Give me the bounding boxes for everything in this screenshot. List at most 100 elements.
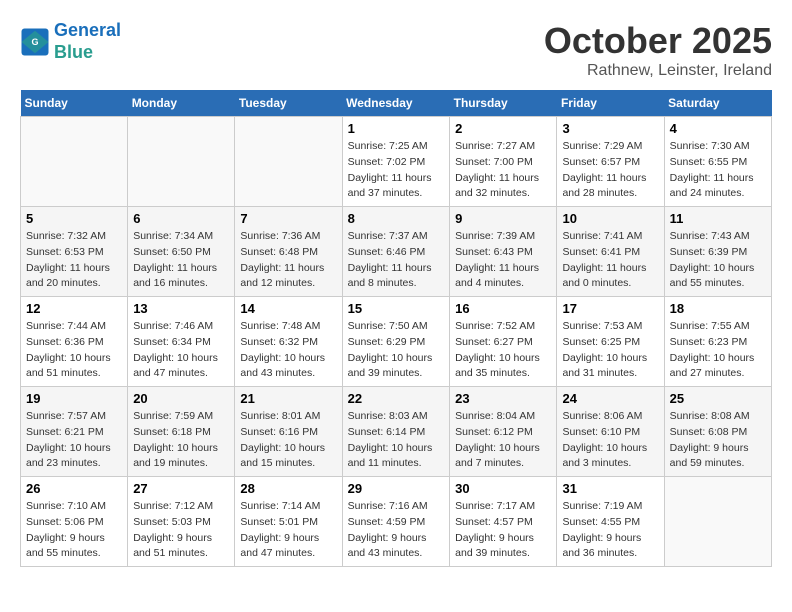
calendar-cell: 31 Sunrise: 7:19 AMSunset: 4:55 PMDayligh… [557,477,664,567]
day-info: Sunrise: 8:06 AMSunset: 6:10 PMDaylight:… [562,409,658,472]
calendar-cell: 26Sunrise: 7:10 AMSunset: 5:06 PMDayligh… [21,477,128,567]
calendar-header-row: SundayMondayTuesdayWednesdayThursdayFrid… [21,90,772,117]
day-info: Sunrise: 7:39 AMSunset: 6:43 PMDaylight:… [455,229,551,292]
calendar-cell: 25 Sunrise: 8:08 AMSunset: 6:08 PMDayligh… [664,387,771,477]
day-info: Sunrise: 7:36 AMSunset: 6:48 PMDaylight:… [240,229,336,292]
calendar-cell: 12Sunrise: 7:44 AMSunset: 6:36 PMDayligh… [21,297,128,387]
day-number: 11 [670,211,766,226]
header-sunday: Sunday [21,90,128,117]
calendar-cell: 13 Sunrise: 7:46 AMSunset: 6:34 PMDayligh… [128,297,235,387]
day-number: 8 [348,211,445,226]
day-number: 14 [240,301,336,316]
day-info: Sunrise: 7:29 AMSunset: 6:57 PMDaylight:… [562,139,658,202]
calendar-cell: 18Sunrise: 7:55 AMSunset: 6:23 PMDayligh… [664,297,771,387]
logo-text: General Blue [54,20,121,63]
svg-text:G: G [31,37,38,47]
day-info: Sunrise: 8:08 AMSunset: 6:08 PMDaylight:… [670,409,766,472]
calendar-cell: 29 Sunrise: 7:16 AMSunset: 4:59 PMDayligh… [342,477,450,567]
calendar-cell: 3 Sunrise: 7:29 AMSunset: 6:57 PMDaylight… [557,117,664,207]
day-number: 2 [455,121,551,136]
calendar-cell: 27Sunrise: 7:12 AMSunset: 5:03 PMDayligh… [128,477,235,567]
calendar-cell: 9 Sunrise: 7:39 AMSunset: 6:43 PMDaylight… [450,207,557,297]
day-number: 30 [455,481,551,496]
day-info: Sunrise: 7:16 AMSunset: 4:59 PMDaylight:… [348,499,445,562]
calendar-cell: 11 Sunrise: 7:43 AMSunset: 6:39 PMDayligh… [664,207,771,297]
day-number: 13 [133,301,229,316]
day-number: 9 [455,211,551,226]
day-number: 31 [562,481,658,496]
calendar-week-row: 5Sunrise: 7:32 AMSunset: 6:53 PMDaylight… [21,207,772,297]
day-number: 17 [562,301,658,316]
day-info: Sunrise: 7:48 AMSunset: 6:32 PMDaylight:… [240,319,336,382]
day-info: Sunrise: 7:34 AMSunset: 6:50 PMDaylight:… [133,229,229,292]
day-number: 3 [562,121,658,136]
day-number: 20 [133,391,229,406]
calendar-cell: 8 Sunrise: 7:37 AMSunset: 6:46 PMDaylight… [342,207,450,297]
title-block: October 2025 Rathnew, Leinster, Ireland [544,20,772,80]
day-info: Sunrise: 7:41 AMSunset: 6:41 PMDaylight:… [562,229,658,292]
calendar-cell: 22 Sunrise: 8:03 AMSunset: 6:14 PMDayligh… [342,387,450,477]
day-number: 26 [26,481,122,496]
day-number: 29 [348,481,445,496]
calendar-table: SundayMondayTuesdayWednesdayThursdayFrid… [20,90,772,567]
calendar-cell: 19Sunrise: 7:57 AMSunset: 6:21 PMDayligh… [21,387,128,477]
day-info: Sunrise: 7:43 AMSunset: 6:39 PMDaylight:… [670,229,766,292]
day-number: 21 [240,391,336,406]
day-number: 18 [670,301,766,316]
month-title: October 2025 [544,20,772,62]
calendar-cell [21,117,128,207]
day-info: Sunrise: 7:19 AMSunset: 4:55 PMDaylight:… [562,499,658,562]
day-info: Sunrise: 7:46 AMSunset: 6:34 PMDaylight:… [133,319,229,382]
logo: G General Blue [20,20,121,63]
page-header: G General Blue October 2025 Rathnew, Lei… [20,20,772,80]
day-number: 25 [670,391,766,406]
day-number: 7 [240,211,336,226]
day-info: Sunrise: 7:27 AMSunset: 7:00 PMDaylight:… [455,139,551,202]
calendar-cell: 30 Sunrise: 7:17 AMSunset: 4:57 PMDayligh… [450,477,557,567]
day-info: Sunrise: 7:30 AMSunset: 6:55 PMDaylight:… [670,139,766,202]
calendar-cell [235,117,342,207]
calendar-cell: 14 Sunrise: 7:48 AMSunset: 6:32 PMDayligh… [235,297,342,387]
calendar-cell: 7 Sunrise: 7:36 AMSunset: 6:48 PMDaylight… [235,207,342,297]
location-subtitle: Rathnew, Leinster, Ireland [544,62,772,80]
calendar-cell: 2 Sunrise: 7:27 AMSunset: 7:00 PMDaylight… [450,117,557,207]
day-info: Sunrise: 8:03 AMSunset: 6:14 PMDaylight:… [348,409,445,472]
day-info: Sunrise: 7:14 AMSunset: 5:01 PMDaylight:… [240,499,336,562]
day-info: Sunrise: 7:52 AMSunset: 6:27 PMDaylight:… [455,319,551,382]
day-info: Sunrise: 7:50 AMSunset: 6:29 PMDaylight:… [348,319,445,382]
calendar-cell: 1 Sunrise: 7:25 AMSunset: 7:02 PMDaylight… [342,117,450,207]
day-number: 4 [670,121,766,136]
logo-line1: General [54,20,121,40]
day-number: 1 [348,121,445,136]
calendar-cell [128,117,235,207]
day-info: Sunrise: 7:44 AMSunset: 6:36 PMDaylight:… [26,319,122,382]
logo-icon: G [20,27,50,57]
day-info: Sunrise: 7:17 AMSunset: 4:57 PMDaylight:… [455,499,551,562]
day-info: Sunrise: 8:01 AMSunset: 6:16 PMDaylight:… [240,409,336,472]
calendar-cell: 15Sunrise: 7:50 AMSunset: 6:29 PMDayligh… [342,297,450,387]
calendar-cell: 16 Sunrise: 7:52 AMSunset: 6:27 PMDayligh… [450,297,557,387]
day-info: Sunrise: 7:25 AMSunset: 7:02 PMDaylight:… [348,139,445,202]
day-number: 24 [562,391,658,406]
header-tuesday: Tuesday [235,90,342,117]
calendar-cell: 17 Sunrise: 7:53 AMSunset: 6:25 PMDayligh… [557,297,664,387]
header-saturday: Saturday [664,90,771,117]
calendar-week-row: 26Sunrise: 7:10 AMSunset: 5:06 PMDayligh… [21,477,772,567]
day-number: 19 [26,391,122,406]
calendar-cell: 5Sunrise: 7:32 AMSunset: 6:53 PMDaylight… [21,207,128,297]
day-number: 16 [455,301,551,316]
header-friday: Friday [557,90,664,117]
day-info: Sunrise: 7:37 AMSunset: 6:46 PMDaylight:… [348,229,445,292]
day-number: 27 [133,481,229,496]
calendar-week-row: 12Sunrise: 7:44 AMSunset: 6:36 PMDayligh… [21,297,772,387]
calendar-cell [664,477,771,567]
day-number: 22 [348,391,445,406]
header-monday: Monday [128,90,235,117]
day-number: 23 [455,391,551,406]
header-wednesday: Wednesday [342,90,450,117]
calendar-week-row: 1 Sunrise: 7:25 AMSunset: 7:02 PMDaylight… [21,117,772,207]
calendar-cell: 23Sunrise: 8:04 AMSunset: 6:12 PMDayligh… [450,387,557,477]
day-info: Sunrise: 7:53 AMSunset: 6:25 PMDaylight:… [562,319,658,382]
day-number: 5 [26,211,122,226]
calendar-cell: 21 Sunrise: 8:01 AMSunset: 6:16 PMDayligh… [235,387,342,477]
